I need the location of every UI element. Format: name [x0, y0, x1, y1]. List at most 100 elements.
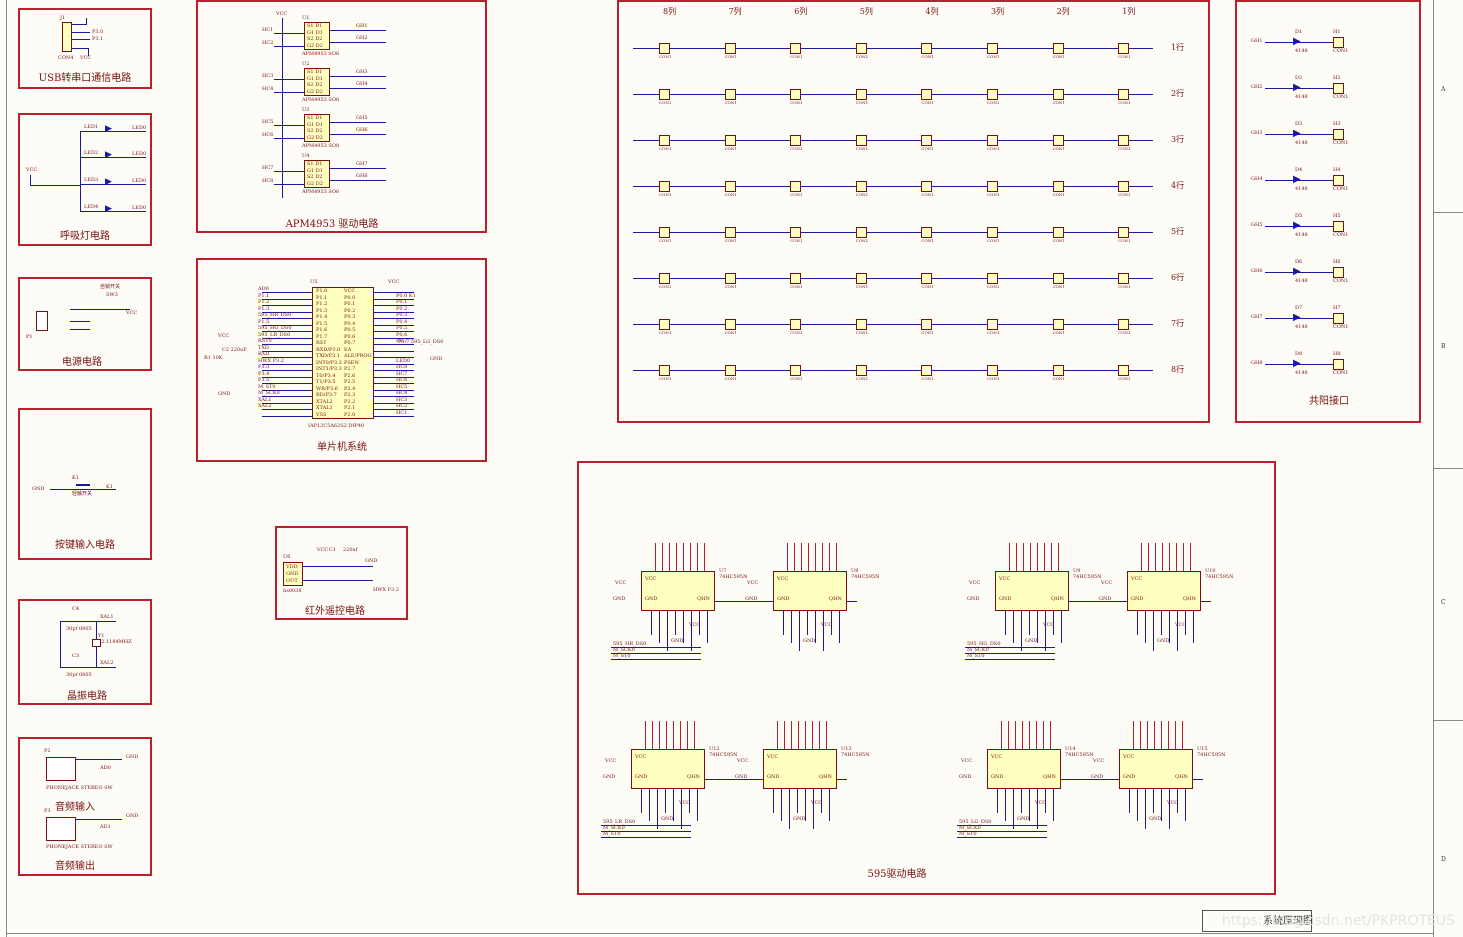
- matrix-cell-5-7: [1118, 273, 1130, 284]
- anode-part-2: CON1: [1333, 140, 1349, 146]
- d595-gnd-ext-7: GND: [1091, 774, 1104, 780]
- matrix-block: 8列 7列 6列 5列 4列 3列 2列 1列 1行 CON1 CON1 CON1 CON1 CON1 CO…: [617, 0, 1210, 423]
- mcu-right-net-19: HC1: [396, 409, 408, 416]
- d595-out-7-2: [1147, 721, 1148, 749]
- matrix-cell-part-7-6: CON1: [1052, 376, 1065, 381]
- matrix-cell-0-2: [790, 43, 802, 54]
- mcu-gnd-left: GND: [218, 391, 231, 397]
- usb-wire-gnd-v: [86, 18, 87, 25]
- matrix-col-2: 6列: [794, 7, 808, 16]
- d595-out-5-3: [798, 721, 799, 749]
- ir-wire-out: [303, 580, 373, 581]
- crystal-cap2: 30pf 0805: [66, 672, 92, 678]
- d595-in-6-7: [1053, 789, 1054, 821]
- anode-d-3: D4: [1295, 167, 1303, 173]
- d595-out-6-0: [1001, 721, 1002, 749]
- mcu-right-net-16: HC4: [396, 390, 408, 396]
- usb-wire-1: [72, 32, 90, 33]
- d595-out-6-4: [1029, 721, 1030, 749]
- d595-out-1-0: [787, 543, 788, 571]
- mcu-lg: P0.7 595_LG_DS0: [398, 339, 444, 345]
- matrix-col-5: 3列: [991, 7, 1005, 16]
- breath-net-4: LED0: [132, 205, 147, 211]
- apm-gh-wire-0: [330, 30, 386, 31]
- d595-in-5-4: [805, 789, 806, 821]
- d595-gnd-ext-2: GND: [967, 596, 980, 602]
- apm-hc-7: HC8: [262, 178, 274, 184]
- mcu-right-net-1: P0.0 K1: [396, 292, 416, 299]
- breath-led1-wire: [80, 131, 146, 132]
- matrix-cell-2-1: [724, 135, 736, 146]
- power-wire-mid: [70, 321, 90, 322]
- d595-part-1: 74HC595N: [851, 574, 880, 580]
- d595-part-2: 74HC595N: [1073, 574, 1102, 580]
- d595-gnd-ext-4: GND: [603, 774, 616, 780]
- ir-net: HWX P3.2: [373, 587, 399, 593]
- apm-hc-wire-1: [274, 46, 304, 47]
- matrix-cell-part-6-5: CON1: [987, 330, 1000, 335]
- d595-bus-2-2: [965, 659, 1055, 660]
- d595-gnd-bot-1: GND: [803, 638, 816, 644]
- matrix-cell-part-4-0: CON1: [659, 238, 672, 243]
- breath-vcc-wire: [30, 175, 31, 185]
- mcu-left-net-6: 595_HG_DS0: [258, 325, 292, 331]
- mcu-left-pin-6: P1.6: [316, 327, 328, 333]
- mcu-left-wire-19: [262, 415, 312, 417]
- breath-led2-wire: [80, 157, 146, 158]
- matrix-cell-2-6: [1052, 135, 1064, 146]
- d595-in-2-6: [1053, 611, 1054, 635]
- mcu-right-pin-2: P0.1: [344, 301, 356, 307]
- matrix-col-6: 2列: [1056, 7, 1070, 16]
- mcu-right-wire-18: [374, 409, 414, 410]
- matrix-cell-part-0-6: CON1: [1052, 54, 1065, 59]
- mcu-right-wire-9: [374, 350, 414, 352]
- d595-vcc-ext-5: VCC: [737, 758, 749, 764]
- d595-in-3-5: [1177, 611, 1178, 651]
- mcu-c2: C2 220uF: [222, 347, 247, 353]
- crystal-title: 晶振电路: [67, 691, 107, 702]
- apm-chip-2-pin-1: G1 D1: [307, 121, 323, 128]
- audio-out-title: 音频输出: [55, 861, 95, 872]
- anode-part-5: CON1: [1333, 278, 1349, 284]
- apm-gh-wire-2: [330, 76, 386, 77]
- d595-net-6-2: M_ST0: [959, 831, 977, 837]
- matrix-cell-0-3: [855, 43, 867, 54]
- mcu-right-wire-3: [374, 311, 414, 313]
- d595-vcc-6: VCC: [991, 754, 1003, 760]
- d595-out-0-4: [683, 543, 684, 571]
- anode-part-0: CON1: [1333, 48, 1349, 54]
- matrix-cell-1-4: [921, 89, 933, 100]
- crystal-xal1: XAL1: [100, 614, 114, 620]
- d595-out-3-5: [1176, 543, 1177, 571]
- d595-in-0-1: [659, 611, 660, 643]
- d595-out-6-2: [1015, 721, 1016, 749]
- mcu-left-net-9: TXD: [258, 344, 269, 351]
- power-title: 电源电路: [62, 357, 102, 368]
- mcu-left-pin-1: P1.1: [316, 294, 328, 301]
- power-vcc: VCC: [126, 310, 138, 316]
- d595-out-4-4: [673, 721, 674, 749]
- matrix-cell-part-5-1: CON1: [724, 284, 737, 289]
- apm-chip-0: S1 D1 G1 D1 S2 D2 G2 D2: [304, 22, 330, 50]
- mcu-left-net-16: M_SCK0: [258, 390, 280, 396]
- apm-part-1: APM4953 SO8: [302, 97, 340, 103]
- d595-vcc-1: VCC: [777, 576, 789, 582]
- matrix-row-wire-5: [633, 278, 1153, 279]
- d595-in-0-0: [651, 611, 652, 635]
- matrix-row-4: 5行: [1171, 227, 1185, 236]
- apm-gh-wire-7: [330, 180, 386, 181]
- d595-out-2-7: [1058, 543, 1059, 571]
- audio-ad1: AD1: [100, 824, 111, 830]
- matrix-cell-1-6: [1052, 89, 1064, 100]
- mcu-right-net-11: LED0: [396, 357, 411, 364]
- audio-gnd-1: GND: [126, 754, 139, 760]
- d595-net-4-2: M_ST0: [603, 831, 621, 837]
- d595-gnd-7: GND: [1123, 774, 1136, 780]
- matrix-cell-4-3: [855, 227, 867, 238]
- matrix-cell-7-2: [790, 365, 802, 376]
- matrix-cell-4-7: [1118, 227, 1130, 238]
- d595-out-3-0: [1141, 543, 1142, 571]
- matrix-cell-1-1: [724, 89, 736, 100]
- matrix-cell-part-3-4: CON1: [921, 192, 934, 197]
- apm-hc-6: HC7: [262, 165, 274, 171]
